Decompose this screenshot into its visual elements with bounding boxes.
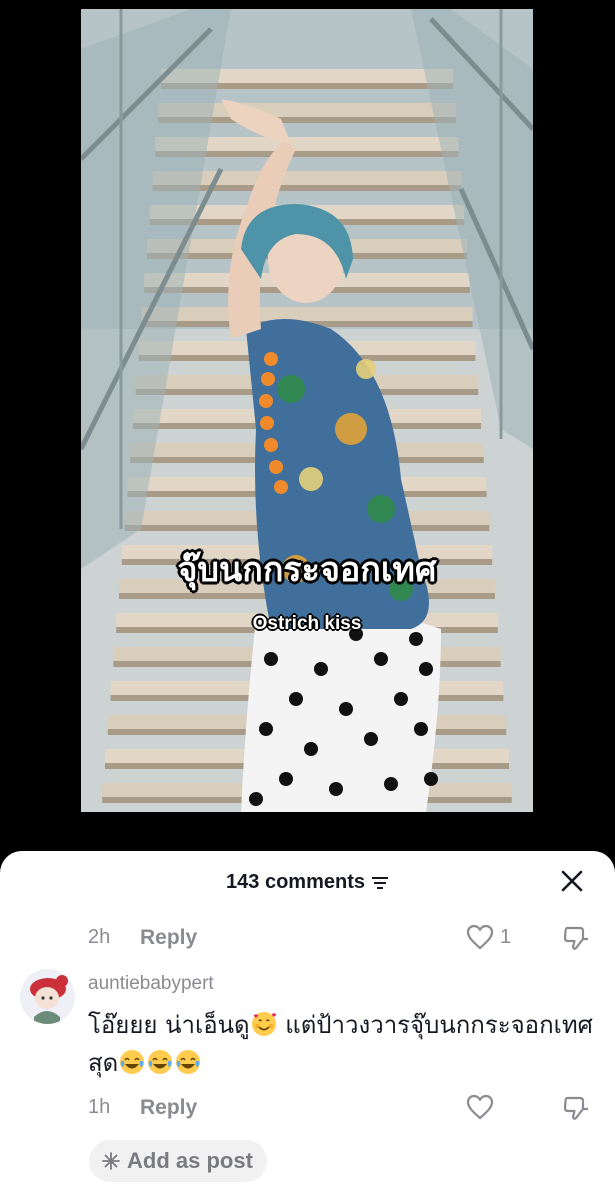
heart-outline-icon[interactable] [466,924,494,950]
comment-username[interactable]: auntiebabypert [88,973,214,995]
caption-thai: จุ๊บนกกระจอกเทศ [177,550,437,590]
avatar-image [20,969,75,1024]
add-as-post-label: Add as post [127,1148,253,1173]
video-player[interactable]: จุ๊บนกกระจอกเทศ Ostrich kiss [81,9,533,812]
thumbs-down-icon[interactable] [562,1094,590,1122]
reply-button[interactable]: Reply [140,1096,197,1120]
comment-actions-row: 1h Reply [88,1092,598,1122]
comment-actions-row: 2h Reply 1 [88,922,598,952]
comments-sheet: 143 comments 2h Reply 1 auntiebabypert โ… [0,851,615,1200]
stair-step [141,307,473,321]
filter-lines-icon [371,876,388,889]
avatar[interactable] [20,969,75,1024]
face-with-tears-of-joy-icon [148,1050,173,1074]
like-count: 1 [500,926,512,948]
face-with-tears-of-joy-icon [176,1050,201,1074]
caption-english: Ostrich kiss [252,613,362,634]
face-with-tears-of-joy-icon [120,1050,145,1074]
comment-time: 2h [88,926,111,948]
comments-count-button[interactable]: 143 comments [0,871,615,894]
sparkle-icon [102,1152,120,1170]
comment-time: 1h [88,1096,111,1118]
video-frame [81,9,533,812]
reply-button[interactable]: Reply [140,926,197,950]
close-icon[interactable] [560,869,584,893]
add-as-post-button[interactable]: Add as post [89,1140,267,1182]
heart-outline-icon[interactable] [466,1094,494,1120]
comment-text: โอ๊ยยย น่าเอ็นดู แต่ป้าวงวารจุ๊บนกกระจอก… [88,1006,598,1082]
comments-header: 143 comments [0,869,615,897]
comment-text-part1: โอ๊ยยย น่าเอ็นดู [88,1011,250,1039]
comments-count: 143 comments [226,871,365,893]
smiling-face-with-hearts-icon [251,1012,276,1036]
thumbs-down-icon[interactable] [562,924,590,952]
